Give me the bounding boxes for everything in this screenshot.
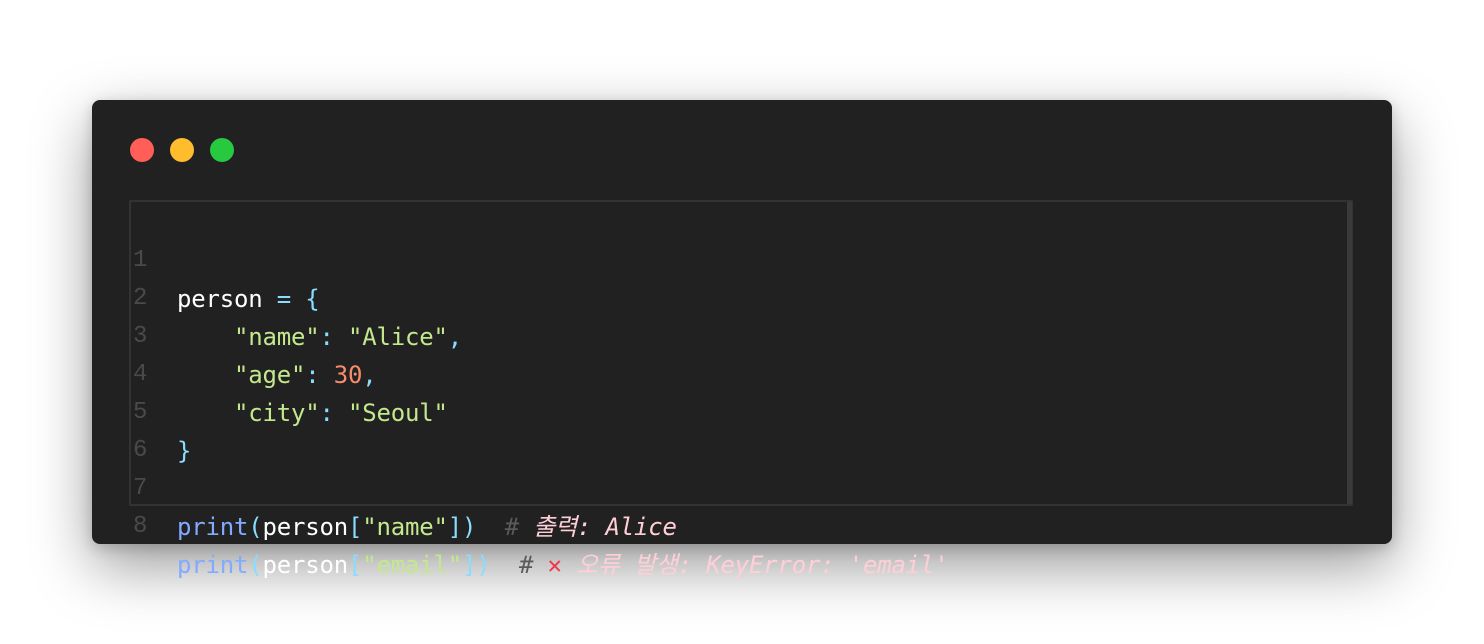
minimize-window-button[interactable] [170,138,194,162]
code-line: 5 } [131,356,218,465]
code-text: "name": "Alice", [177,318,462,356]
comment-hash: # [490,551,548,579]
code-token: "Seoul" [348,399,448,427]
code-editor[interactable]: 1 person = { 2 "name": "Alice", 3 "age":… [129,200,1353,579]
code-line: 3 "age": 30, [131,280,377,389]
code-token: print [177,551,249,579]
code-token: ]) [447,513,477,541]
code-token: : [319,323,348,351]
code-text: print(person["name"]) # 출력: Alice [177,508,677,546]
code-text: print(person["email"]) # ✕ 오류 발생: KeyErr… [177,546,949,584]
code-comment: 출력: Alice [533,513,677,541]
code-token: , [362,361,377,389]
code-token: ]) [462,551,491,579]
cross-mark-icon: ✕ [547,551,562,579]
code-token: : [305,361,334,389]
code-token: "Alice" [348,323,448,351]
vertical-scrollbar[interactable] [1347,202,1352,504]
code-token: "age" [234,361,306,389]
code-comment: 오류 발생: KeyError: 'email' [561,551,949,579]
code-line: 1 person = { [131,204,320,313]
code-line: 8 print(person["email"]) # ✕ 오류 발생: KeyE… [131,470,949,579]
maximize-window-button[interactable] [210,138,234,162]
code-token: "email" [362,551,462,579]
code-token: [ [348,513,363,541]
close-window-button[interactable] [130,138,154,162]
code-token: "name" [234,323,320,351]
code-token: 30 [333,361,363,389]
code-token: ( [248,513,263,541]
code-token: person [262,513,349,541]
code-token: person [262,551,349,579]
code-token: { [305,285,320,313]
line-number: 8 [133,513,148,540]
code-token: "name" [362,513,448,541]
code-token: , [447,323,462,351]
code-line: 4 "city": "Seoul" [131,318,448,427]
code-line: 7 print(person["name"]) # 출력: Alice [131,432,677,541]
code-token: : [319,399,348,427]
code-token: [ [348,551,363,579]
comment-hash: # [476,513,534,541]
code-line: 6 [131,394,218,464]
code-line: 2 "name": "Alice", [131,242,462,351]
code-token: ( [248,551,263,579]
code-token: "city" [234,399,320,427]
code-window: 1 person = { 2 "name": "Alice", 3 "age":… [92,100,1392,579]
code-token: = [262,285,306,313]
